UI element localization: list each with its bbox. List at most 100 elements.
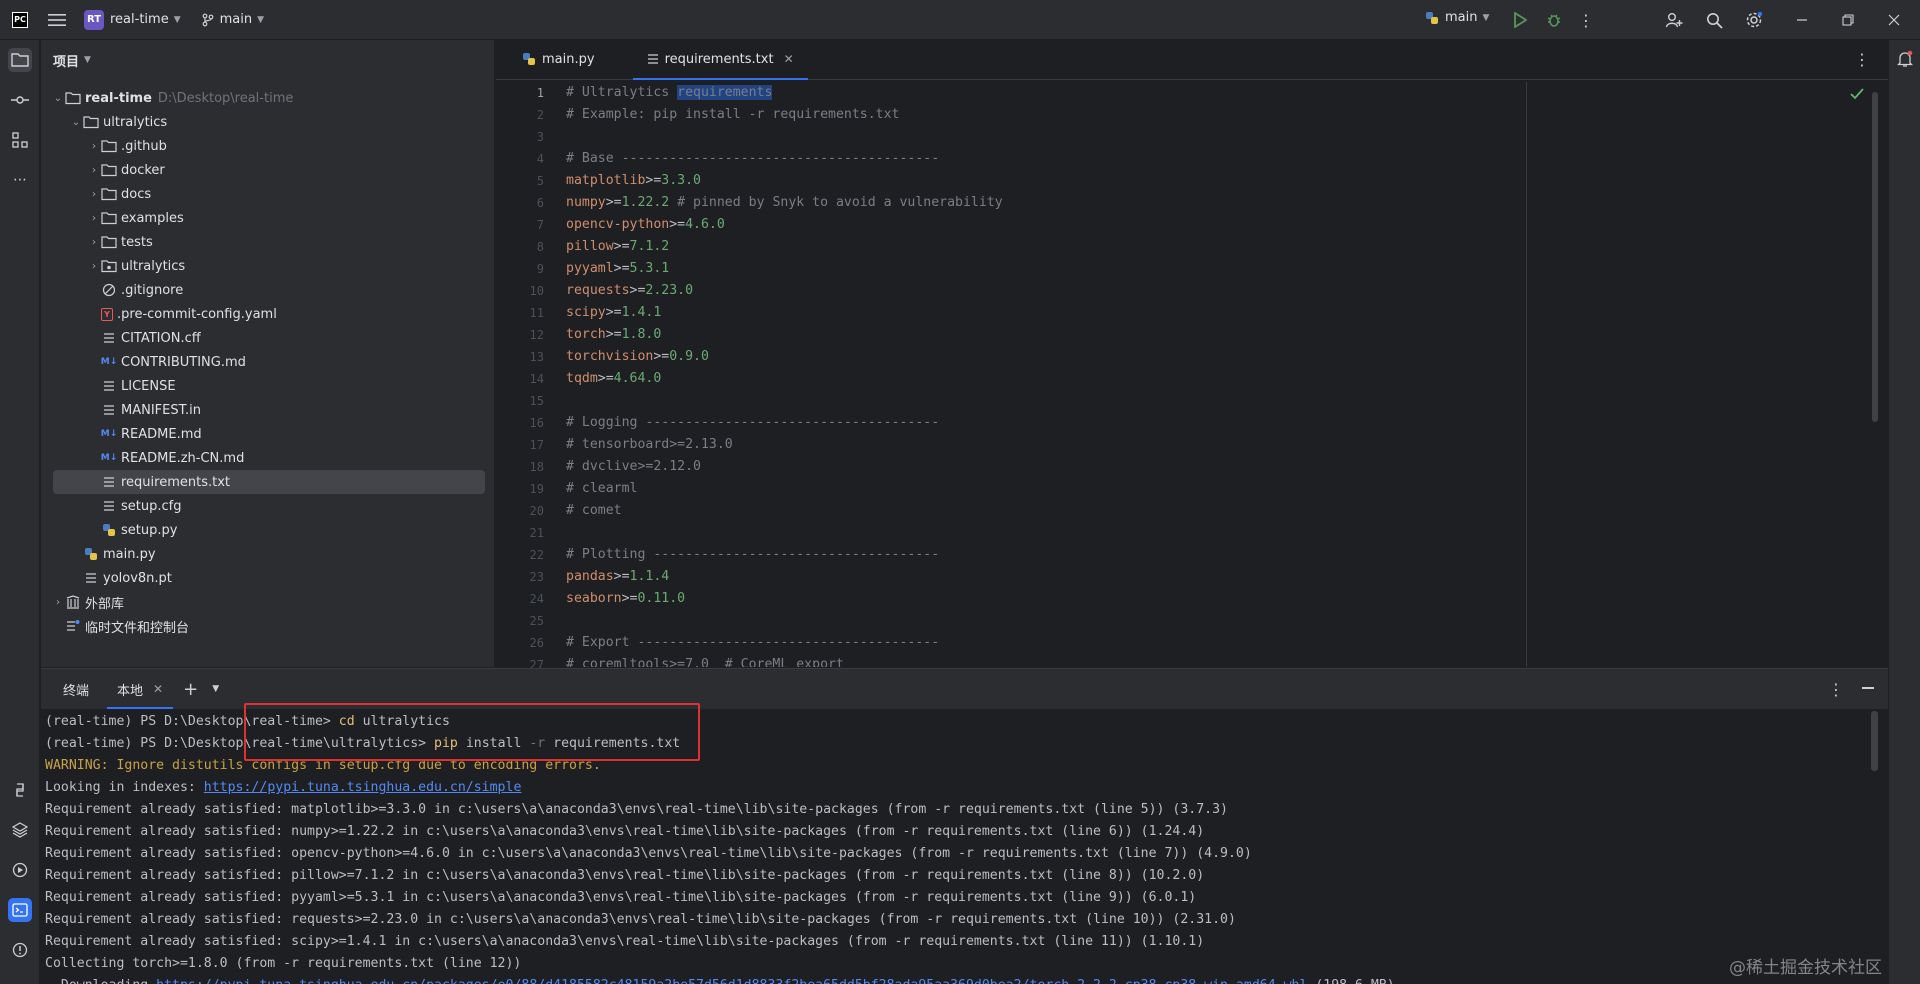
restore-window-icon[interactable]	[1838, 10, 1858, 30]
terminal-line: Requirement already satisfied: matplotli…	[45, 802, 1228, 817]
terminal-title: 终端	[63, 683, 90, 699]
structure-tool-icon[interactable]	[8, 128, 32, 152]
tree-item-label: README.zh-CN.md	[121, 450, 245, 466]
project-panel-header[interactable]: 项目 ▼	[41, 40, 494, 80]
main-menu-icon[interactable]	[46, 9, 68, 31]
line-number: 15	[529, 394, 544, 408]
code-line: pyyaml>=5.3.1	[566, 261, 670, 276]
no-problems-check-icon[interactable]	[1850, 88, 1864, 104]
tree-item-docker[interactable]: › docker	[87, 158, 519, 182]
chevron-down-icon: ▼	[1482, 12, 1490, 23]
line-number: 12	[529, 328, 544, 342]
tree-item-requirements[interactable]: requirements.txt	[53, 470, 485, 494]
tree-item-setup-cfg[interactable]: setup.cfg	[101, 494, 533, 518]
tree-item-examples[interactable]: › examples	[87, 206, 519, 230]
tree-item-label: docs	[121, 186, 152, 202]
close-window-icon[interactable]	[1884, 10, 1904, 30]
tree-item-main-py[interactable]: main.py	[83, 542, 515, 566]
terminal-scrollbar[interactable]	[1871, 711, 1878, 771]
tree-item-ultralytics-package[interactable]: › ultralytics	[87, 254, 519, 278]
tree-item-manifest[interactable]: MANIFEST.in	[101, 398, 533, 422]
tree-item-ultralytics[interactable]: ⌄ ultralytics	[69, 110, 501, 134]
collapse-arrow-icon: ›	[56, 596, 60, 608]
tree-item-readme-zh[interactable]: M↓ README.zh-CN.md	[101, 446, 533, 470]
tree-item-tests[interactable]: › tests	[87, 230, 519, 254]
collapse-arrow-icon: ›	[92, 164, 96, 176]
notifications-bell-icon[interactable]	[1896, 50, 1914, 72]
terminal-line: Requirement already satisfied: pyyaml>=5…	[45, 890, 1197, 905]
project-tool-icon[interactable]	[8, 48, 32, 72]
project-switcher[interactable]: RT real-time ▼	[84, 9, 181, 30]
tree-item-label: CITATION.cff	[121, 330, 201, 346]
debug-icon[interactable]	[1544, 10, 1564, 30]
code-line: matplotlib>=3.3.0	[566, 173, 701, 188]
tab-options-icon[interactable]: ⋮	[1854, 50, 1870, 69]
code-line: pandas>=1.1.4	[566, 569, 670, 584]
chevron-down-icon: ▼	[257, 14, 265, 25]
terminal-dropdown-chevron-icon[interactable]: ▼	[212, 684, 219, 694]
line-number: 9	[536, 262, 544, 276]
code-line: # Ultralytics requirements	[566, 85, 773, 100]
editor-tab-bar: main.py requirements.txt ✕ ⋮	[496, 40, 1888, 80]
tree-item-license[interactable]: LICENSE	[101, 374, 533, 398]
tab-terminal-local[interactable]: 本地 ✕	[107, 669, 174, 709]
run-config-selector[interactable]: main ▼	[1425, 10, 1489, 25]
new-terminal-plus-icon[interactable]: +	[183, 679, 198, 700]
editor-scrollbar[interactable]	[1872, 92, 1878, 422]
tree-item-label: examples	[121, 210, 184, 226]
more-actions-icon[interactable]: ⋮	[1578, 10, 1594, 30]
right-margin-guide	[1526, 82, 1527, 667]
tree-item-label: MANIFEST.in	[121, 402, 201, 418]
minimize-window-icon[interactable]	[1792, 10, 1812, 30]
code-line: scipy>=1.4.1	[566, 305, 662, 320]
commit-tool-icon[interactable]	[8, 88, 32, 112]
tree-item-pre-commit-config[interactable]: Y .pre-commit-config.yaml	[101, 302, 533, 326]
project-badge: RT	[84, 9, 104, 30]
line-number: 16	[529, 416, 544, 430]
problems-icon[interactable]	[8, 938, 32, 962]
line-number: 14	[529, 372, 544, 386]
tree-item-real-time[interactable]: ⌄ real-time D:\Desktop\real-time	[51, 86, 483, 110]
folder-icon	[83, 114, 99, 130]
branch-switcher[interactable]: main ▼	[201, 12, 264, 27]
pycharm-logo[interactable]: PC	[12, 11, 28, 28]
tree-item-label: CONTRIBUTING.md	[121, 354, 246, 370]
line-number: 8	[536, 240, 544, 254]
search-icon[interactable]	[1704, 10, 1724, 30]
tree-item-setup-py[interactable]: setup.py	[101, 518, 533, 542]
line-number: 18	[529, 460, 544, 474]
more-tools-icon[interactable]: ⋯	[8, 168, 32, 192]
tree-item-citation[interactable]: CITATION.cff	[101, 326, 533, 350]
tree-item-scratches[interactable]: 临时文件和控制台	[65, 614, 497, 638]
tab-main-py[interactable]: main.py	[508, 39, 609, 79]
code-line: # Example: pip install -r requirements.t…	[566, 107, 900, 122]
chevron-down-icon: ▼	[173, 14, 181, 25]
tree-item-contributing[interactable]: M↓ CONTRIBUTING.md	[101, 350, 533, 374]
services-icon[interactable]	[8, 858, 32, 882]
tree-item-yolov8n[interactable]: yolov8n.pt	[83, 566, 515, 590]
close-tab-icon[interactable]: ✕	[784, 52, 794, 66]
settings-gear-icon[interactable]	[1744, 10, 1764, 30]
hide-panel-icon[interactable]	[1862, 687, 1874, 689]
terminal-tool-icon[interactable]	[8, 898, 32, 922]
ignore-file-icon	[101, 282, 117, 298]
terminal-options-icon[interactable]: ⋮	[1828, 680, 1844, 699]
close-tab-icon[interactable]: ✕	[153, 682, 163, 696]
collapse-arrow-icon: ›	[92, 140, 96, 152]
tab-requirements-txt[interactable]: requirements.txt ✕	[632, 39, 808, 80]
tree-item-readme[interactable]: M↓ README.md	[101, 422, 533, 446]
python-console-icon[interactable]	[8, 778, 32, 802]
tree-item-external-libraries[interactable]: › 外部库	[51, 590, 483, 614]
python-packages-icon[interactable]	[8, 818, 32, 842]
run-icon[interactable]	[1510, 10, 1530, 30]
scratch-console-icon	[65, 618, 81, 634]
tree-item-docs[interactable]: › docs	[87, 182, 519, 206]
text-file-icon	[101, 474, 117, 490]
tree-item-github[interactable]: › .github	[87, 134, 519, 158]
tree-item-label: ultralytics	[103, 114, 168, 130]
add-user-icon[interactable]	[1664, 10, 1684, 30]
line-number: 3	[536, 130, 544, 144]
code-editor[interactable]: # Ultralytics requirements # Example: pip…	[566, 82, 1846, 667]
tree-item-gitignore[interactable]: .gitignore	[101, 278, 533, 302]
line-number: 17	[529, 438, 544, 452]
